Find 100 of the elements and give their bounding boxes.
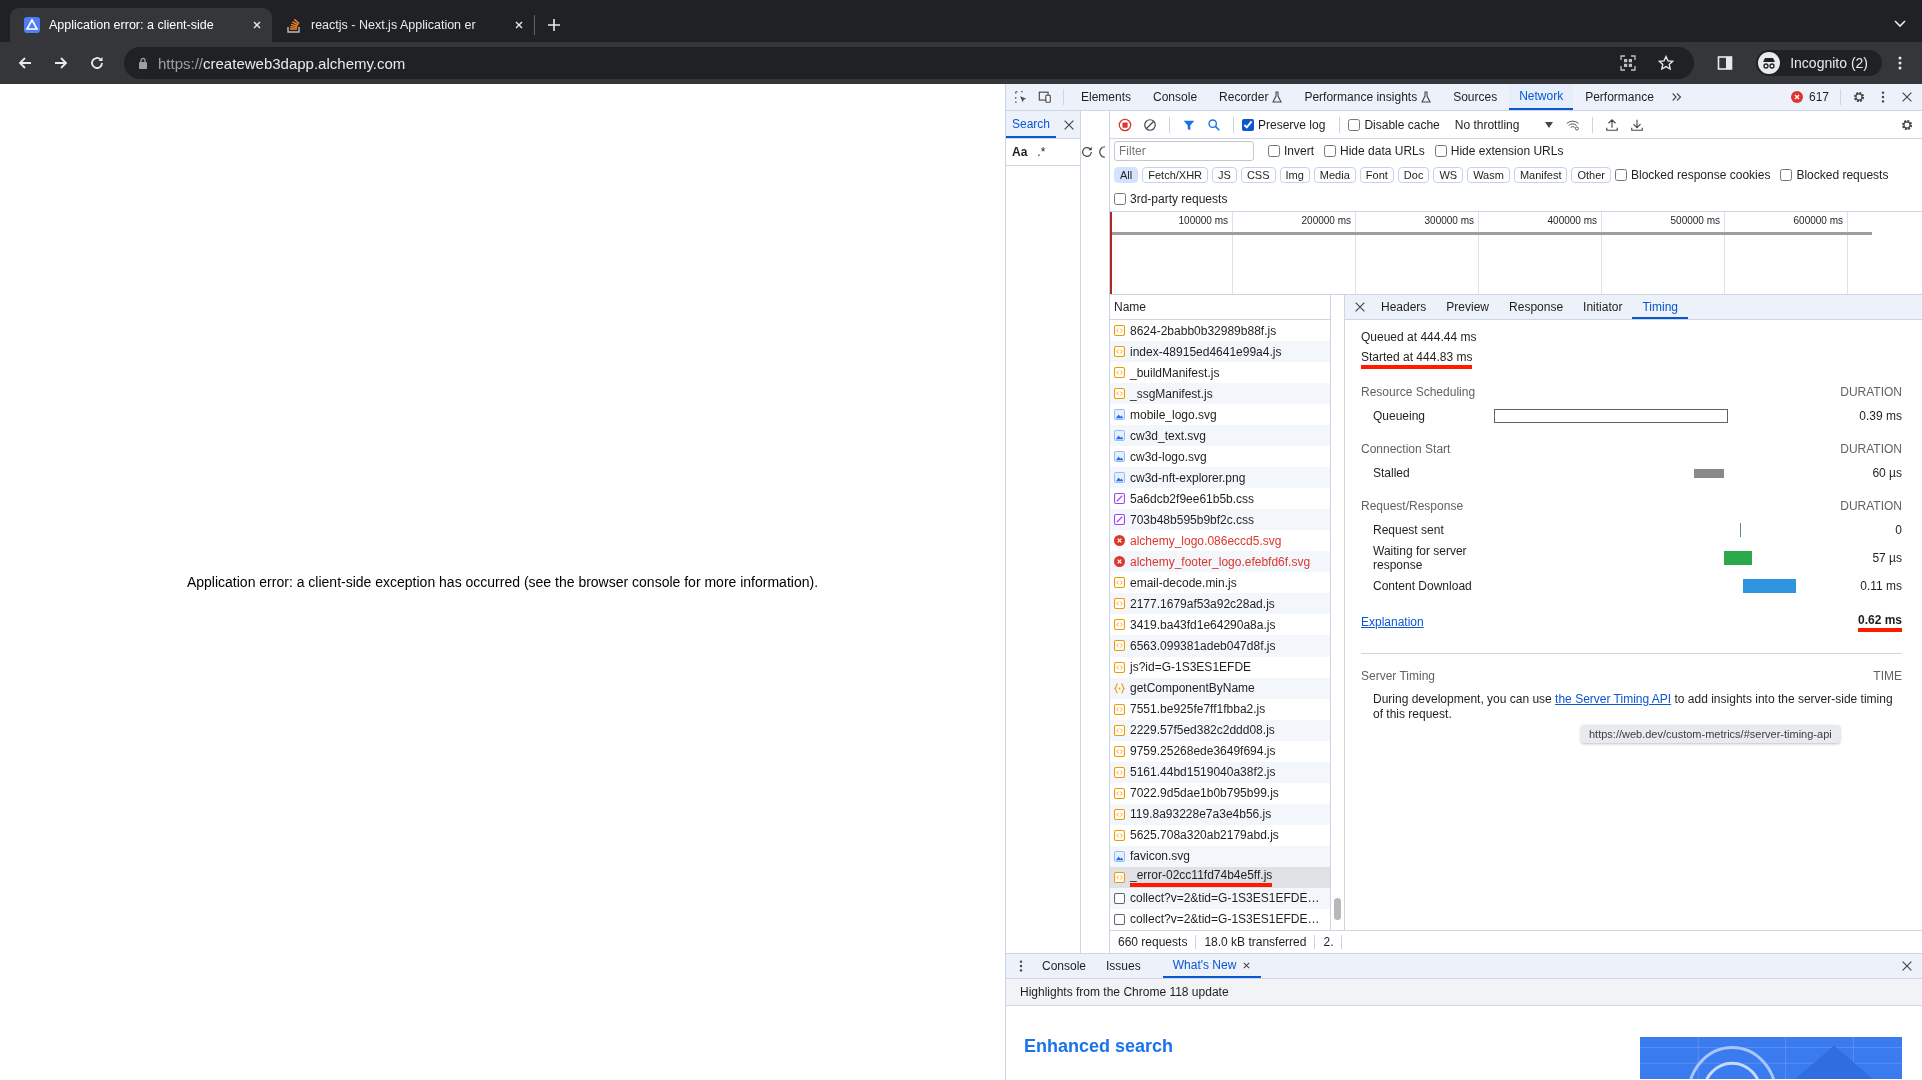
type-filter-chip[interactable]: Fetch/XHR: [1142, 167, 1209, 183]
tick-label: 500000 ms: [1669, 214, 1721, 228]
request-row[interactable]: 703b48b595b9bf2c.css: [1110, 509, 1330, 531]
column-label: DURATION: [1840, 385, 1902, 399]
filter-field[interactable]: Filter: [1114, 141, 1254, 161]
request-row[interactable]: 5161.44bd1519040a38f2.js: [1110, 761, 1330, 783]
error-count[interactable]: 617: [1804, 90, 1833, 104]
request-row[interactable]: 9759.25268ede3649f694.js: [1110, 740, 1330, 762]
phase-label: Waiting for server response: [1372, 544, 1468, 572]
checkbox-label: Blocked requests: [1796, 168, 1889, 182]
column-label: TIME: [1873, 669, 1902, 683]
request-row[interactable]: _error-02cc11fd74b4e5ff.js: [1110, 866, 1330, 888]
checkbox-label: Preserve log: [1258, 117, 1326, 132]
server-timing-note: During development, you can use the Server Timing API to add insights into the server-side timing of this request.: [1373, 692, 1894, 722]
request-row[interactable]: getComponentByName: [1110, 677, 1330, 699]
duration-value: 0: [1895, 523, 1902, 537]
details-tab[interactable]: Timing: [1632, 295, 1688, 319]
details-tab[interactable]: Headers: [1371, 295, 1437, 319]
section-title: Request/Response: [1361, 499, 1464, 513]
browser-tab[interactable]: Application error: a client-side: [10, 8, 272, 42]
type-filter-chip[interactable]: Img: [1279, 167, 1310, 183]
request-row[interactable]: 8624-2babb0b32989b88f.js: [1110, 320, 1330, 342]
checkbox-label: Blocked response cookies: [1631, 168, 1771, 182]
match-case-toggle[interactable]: Aa: [1012, 145, 1028, 159]
request-row[interactable]: collect?v=2&tid=G-1S3ES1EFDE…: [1110, 887, 1330, 909]
total-duration: 0.62 ms: [1857, 612, 1902, 632]
browser-tab[interactable]: reactjs - Next.js Application er: [272, 8, 534, 42]
request-row[interactable]: 2177.1679af53a92c28ad.js: [1110, 593, 1330, 615]
duration-value: 57 µs: [1872, 551, 1902, 565]
request-row[interactable]: collect?v=2&tid=G-1S3ES1EFDE…: [1110, 908, 1330, 930]
tick-label: 300000 ms: [1423, 214, 1475, 228]
panel-tab[interactable]: Network: [1509, 84, 1574, 110]
request-row[interactable]: 119.8a93228e7a3e4b56.js: [1110, 803, 1330, 825]
details-tab[interactable]: Initiator: [1573, 295, 1633, 319]
request-row[interactable]: js?id=G-1S3ES1EFDE: [1110, 656, 1330, 678]
request-row[interactable]: _ssgManifest.js: [1110, 383, 1330, 405]
panel-tab[interactable]: Recorder: [1209, 84, 1293, 110]
type-filter-chip[interactable]: Other: [1571, 167, 1611, 183]
request-row[interactable]: 3419.ba43fd1e64290a8a.js: [1110, 614, 1330, 636]
type-filter-chip[interactable]: Wasm: [1467, 167, 1510, 183]
type-filter-chip[interactable]: Media: [1313, 167, 1356, 183]
request-row[interactable]: _buildManifest.js: [1110, 362, 1330, 384]
request-row[interactable]: 6563.099381adeb047d8f.js: [1110, 635, 1330, 657]
server-timing-link[interactable]: the Server Timing API: [1555, 692, 1672, 706]
request-row[interactable]: 7022.9d5dae1b0b795b99.js: [1110, 782, 1330, 804]
explanation-link[interactable]: Explanation: [1361, 615, 1424, 629]
panel-tab[interactable]: Console: [1143, 84, 1208, 110]
throttling-dropdown[interactable]: No throttling: [1448, 117, 1560, 132]
type-filter-chip[interactable]: Manifest: [1513, 167, 1568, 183]
request-row[interactable]: alchemy_footer_logo.efebfd6f.svg: [1110, 551, 1330, 573]
request-row[interactable]: cw3d_text.svg: [1110, 425, 1330, 447]
started-time: Started at 444.83 ms: [1361, 349, 1473, 369]
type-filter-chip[interactable]: JS: [1212, 167, 1237, 183]
duration-value: 0.39 ms: [1859, 409, 1902, 423]
tick-label: 600000 ms: [1792, 214, 1844, 228]
request-row[interactable]: email-decode.min.js: [1110, 572, 1330, 594]
type-filter-chip[interactable]: All: [1114, 167, 1139, 183]
tick-label: 200000 ms: [1300, 214, 1352, 228]
request-row[interactable]: favicon.svg: [1110, 845, 1330, 867]
request-row[interactable]: cw3d-nft-explorer.png: [1110, 467, 1330, 489]
details-tab[interactable]: Preview: [1436, 295, 1500, 319]
request-row[interactable]: cw3d-logo.svg: [1110, 446, 1330, 468]
details-tab[interactable]: Response: [1499, 295, 1574, 319]
column-label: DURATION: [1840, 442, 1902, 456]
checkbox-label: Hide data URLs: [1340, 144, 1425, 158]
type-filter-chip[interactable]: Doc: [1397, 167, 1430, 183]
request-row[interactable]: 5a6dcb2f9ee61b5b.css: [1110, 488, 1330, 510]
regex-toggle[interactable]: .*: [1037, 145, 1046, 159]
panel-tab[interactable]: Sources: [1443, 84, 1508, 110]
section-title: Connection Start: [1361, 442, 1451, 456]
drawer-tab[interactable]: Issues: [1096, 954, 1151, 978]
request-row[interactable]: 5625.708a320ab2179abd.js: [1110, 824, 1330, 846]
panel-tab[interactable]: Performance: [1575, 84, 1664, 110]
request-row[interactable]: 2229.57f5ed382c2ddd08.js: [1110, 719, 1330, 741]
request-row[interactable]: index-48915ed4641e99a4.js: [1110, 341, 1330, 363]
type-filter-chip[interactable]: WS: [1433, 167, 1464, 183]
request-row[interactable]: mobile_logo.svg: [1110, 404, 1330, 426]
tick-label: 400000 ms: [1546, 214, 1598, 228]
type-filter-chip[interactable]: Font: [1359, 167, 1394, 183]
phase-label: Request sent: [1372, 523, 1445, 537]
checkbox-label: Hide extension URLs: [1450, 144, 1564, 158]
queued-time: Queued at 444.44 ms: [1361, 330, 1477, 344]
checkbox-label: Invert: [1284, 144, 1314, 158]
profile-button[interactable]: Incognito (2): [1756, 50, 1882, 76]
phase-label: Content Download: [1372, 579, 1473, 593]
error-message: Application error: a client-side exception has occurred (see the browser console for more information).: [186, 574, 819, 590]
link-tooltip: https://web.dev/custom-metrics/#server-timing-api: [1581, 725, 1840, 743]
request-row[interactable]: 7551.be925fe7ff1fbba2.js: [1110, 698, 1330, 720]
status-text: 18.0 kB transferred: [1196, 935, 1316, 949]
type-filter-chip[interactable]: CSS: [1240, 167, 1276, 183]
duration-value: 60 µs: [1872, 466, 1902, 480]
request-row[interactable]: alchemy_logo.086eccd5.svg: [1110, 530, 1330, 552]
status-text: 660 requests: [1110, 935, 1197, 949]
highlights-title: Highlights from the Chrome 118 update: [1020, 985, 1229, 999]
panel-tab[interactable]: Elements: [1071, 84, 1142, 110]
address-field[interactable]: https://createweb3dapp.alchemy.com: [124, 47, 1695, 79]
drawer-tab[interactable]: Console: [1032, 954, 1097, 978]
column-label: DURATION: [1840, 499, 1902, 513]
duration-value: 0.11 ms: [1860, 579, 1902, 593]
panel-tab[interactable]: Performance insights: [1294, 84, 1442, 110]
